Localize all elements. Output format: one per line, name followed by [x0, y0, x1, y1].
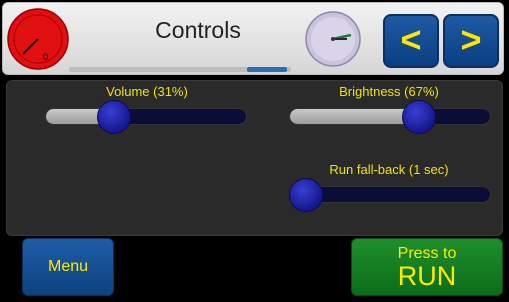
- page-title: Controls: [155, 17, 241, 43]
- previous-button[interactable]: <: [383, 14, 439, 68]
- volume-label: Volume (31%): [106, 84, 188, 99]
- gauge-zero-label: 0: [43, 52, 48, 62]
- run-button-label: RUN: [397, 261, 457, 291]
- menu-button[interactable]: Menu: [22, 238, 114, 296]
- volume-slider-thumb[interactable]: [97, 99, 132, 134]
- page-indicator-thumb: [247, 67, 287, 72]
- next-button[interactable]: >: [443, 14, 499, 68]
- run-fallback-slider-thumb[interactable]: [289, 177, 323, 212]
- brightness-label: Brightness (67%): [339, 84, 439, 99]
- volume-slider-track[interactable]: [45, 108, 247, 125]
- run-fallback-label: Run fall-back (1 sec): [329, 162, 449, 177]
- brightness-slider-thumb[interactable]: [401, 99, 436, 134]
- controls-panel: Volume (31%) Brightness (67%) Run fall-b…: [6, 80, 503, 236]
- header-bar: 0 Controls < >: [2, 2, 504, 75]
- clock-icon: [305, 11, 361, 67]
- speed-gauge-icon: 0: [7, 8, 69, 70]
- brightness-slider-track[interactable]: [289, 108, 491, 125]
- brightness-slider-fill: [290, 109, 420, 124]
- run-button[interactable]: Press to RUN: [351, 238, 503, 296]
